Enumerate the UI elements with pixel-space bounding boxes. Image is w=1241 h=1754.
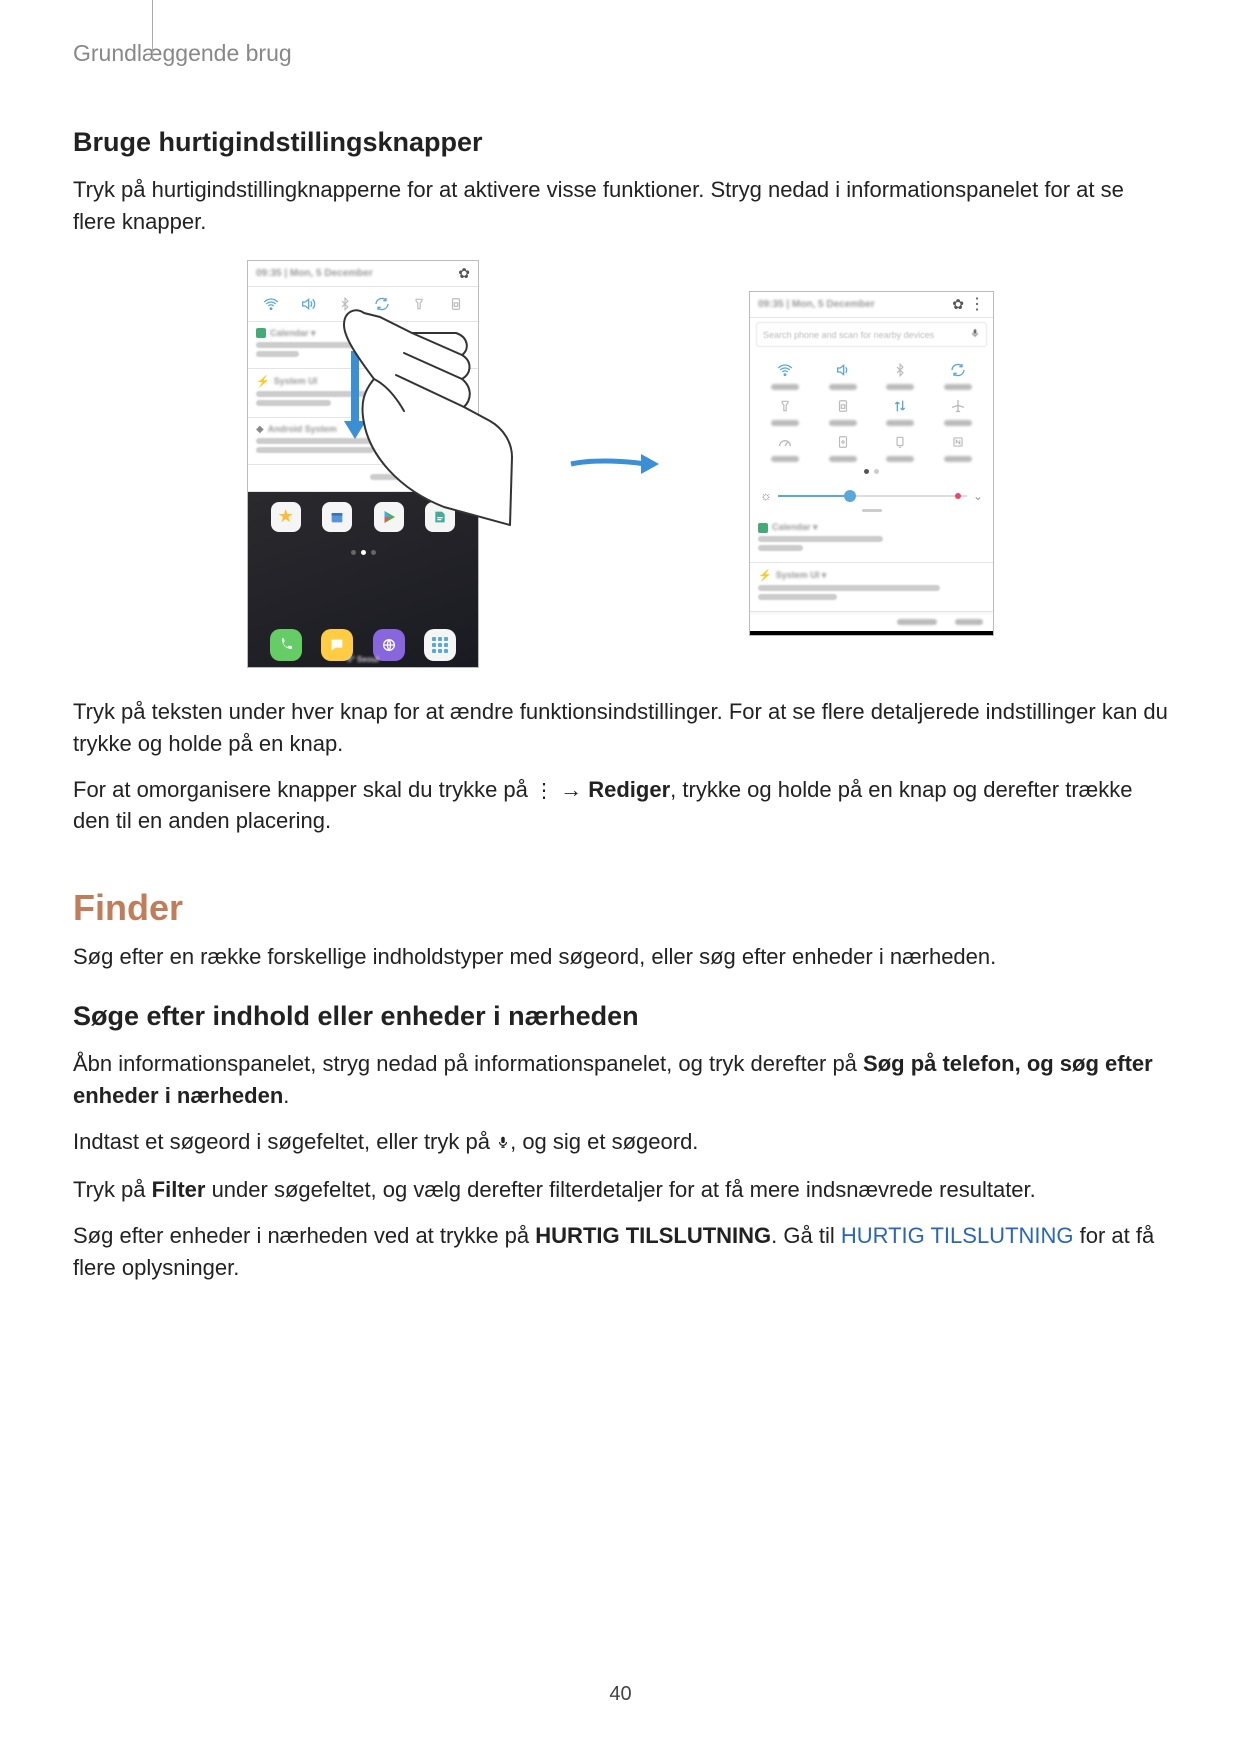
bluelight-icon (819, 431, 867, 453)
brightness-icon: ☼ (760, 488, 772, 503)
page-number: 40 (0, 1683, 1241, 1706)
more-options-icon: ⋮ (534, 781, 554, 801)
gear-icon: ✿ (952, 296, 964, 312)
panel-footer (750, 612, 993, 631)
link-hurtig-tilslutning[interactable]: HURTIG TILSLUTNING (841, 1223, 1074, 1248)
paragraph: Søg efter enheder i nærheden ved at tryk… (73, 1220, 1168, 1284)
data-icon (876, 395, 924, 417)
phone-screenshot-expanded: 09:35 | Mon, 5 December ✿⋮ Search phone … (749, 291, 994, 636)
swipe-down-arrow-icon (340, 321, 370, 441)
microphone-icon (496, 1128, 510, 1160)
sound-icon (819, 359, 867, 381)
figure-quick-settings: 09:35 | Mon, 5 December ✿ (73, 260, 1168, 668)
paragraph: Tryk på hurtigindstillingknapperne for a… (73, 174, 1168, 238)
sim-icon (819, 395, 867, 417)
performance-icon (761, 431, 809, 453)
section-heading-finder: Finder (73, 887, 1168, 929)
nfc-icon (934, 431, 982, 453)
breadcrumb: Grundlæggende brug (73, 40, 1168, 67)
chevron-down-icon: ⌄ (973, 489, 983, 503)
flashlight-icon (761, 395, 809, 417)
paragraph: Tryk på Filter under søgefeltet, og vælg… (73, 1174, 1168, 1206)
wifi-icon (260, 293, 282, 315)
section-heading-quick-settings: Bruge hurtigindstillingsknapper (73, 127, 1168, 158)
sound-icon (297, 293, 319, 315)
subsection-heading-search: Søge efter indhold eller enheder i nærhe… (73, 1001, 1168, 1032)
bluetooth-icon (334, 293, 356, 315)
rotate-icon (934, 359, 982, 381)
paragraph: For at omorganisere knapper skal du tryk… (73, 774, 1168, 838)
rotate-icon (371, 293, 393, 315)
brightness-slider: ☼ ⌄ (750, 484, 993, 507)
search-bar: Search phone and scan for nearby devices (756, 322, 987, 347)
paragraph: Søg efter en række forskellige indholdst… (73, 941, 1168, 973)
arrow-right-icon (569, 450, 659, 478)
phone-screenshot-collapsed: 09:35 | Mon, 5 December ✿ (247, 260, 479, 668)
more-options-icon: ⋮ (964, 296, 985, 313)
sim-icon (445, 293, 467, 315)
paragraph: Åbn informationspanelet, stryg nedad på … (73, 1048, 1168, 1112)
status-time: 09:35 | Mon, 5 December (758, 299, 875, 310)
hotspot-icon (876, 431, 924, 453)
flashlight-icon (408, 293, 430, 315)
bluetooth-icon (876, 359, 924, 381)
quick-settings-row (248, 287, 478, 322)
gear-icon: ✿ (458, 265, 470, 282)
microphone-icon (970, 327, 980, 342)
airplane-icon (934, 395, 982, 417)
paragraph: Indtast et søgeord i søgefeltet, eller t… (73, 1126, 1168, 1160)
wifi-icon (761, 359, 809, 381)
paragraph: Tryk på teksten under hver knap for at æ… (73, 696, 1168, 760)
status-time: 09:35 | Mon, 5 December (256, 268, 373, 279)
